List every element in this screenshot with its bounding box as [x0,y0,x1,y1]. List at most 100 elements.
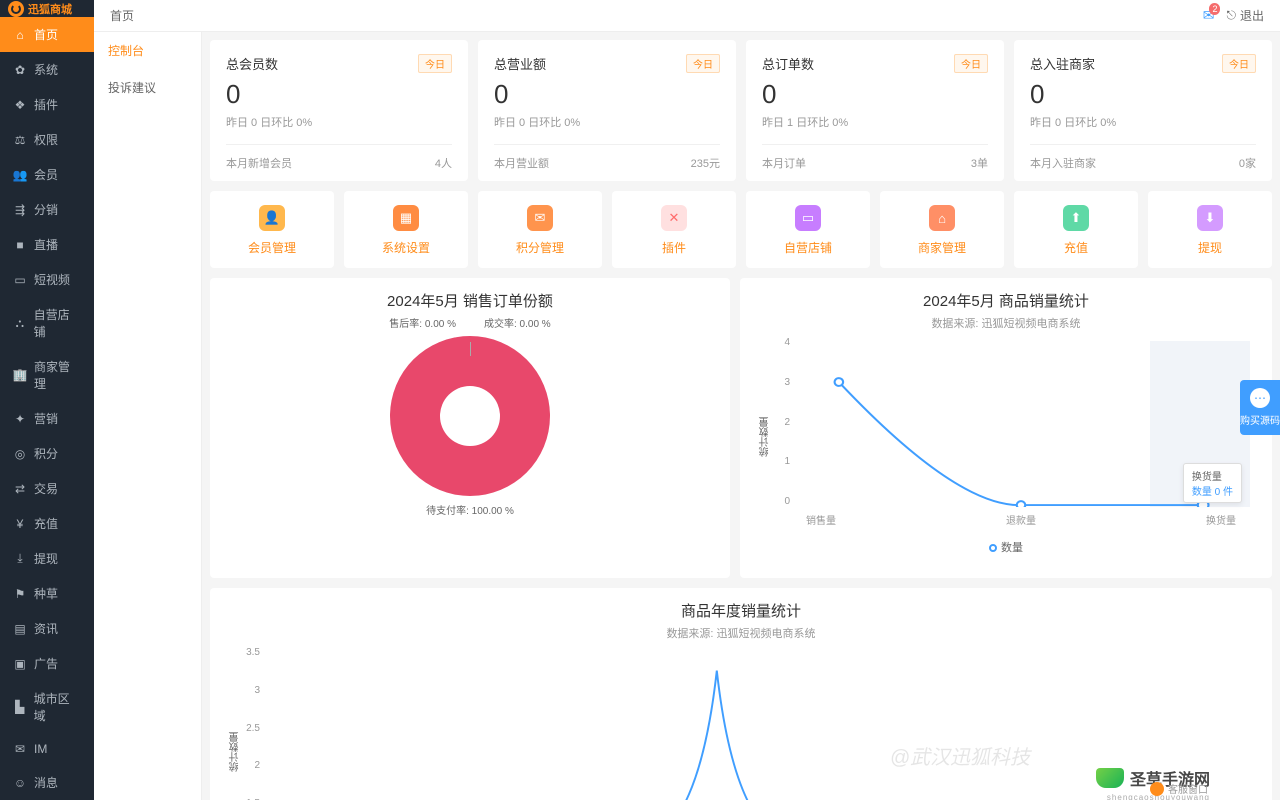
tile-selfshop[interactable]: ▭自营店铺 [746,191,870,268]
workspace: 总会员数今日 0 昨日 0 日环比 0% 本月新增会员4人 总营业额今日 0 昨… [202,32,1280,800]
chart-legend: 数量 [756,539,1256,555]
tile-label: 提现 [1148,239,1272,256]
topbar: 首页 ✉2 ⎋退出 [94,0,1280,32]
sidebar-item-message[interactable]: ☺消息 [0,765,94,800]
sidebar-item-label: 交易 [34,480,58,497]
quick-tiles: 👤会员管理 ▦系统设置 ✉积分管理 ✕插件 ▭自营店铺 ⌂商家管理 ⬆充值 ⬇ 提… [210,191,1272,268]
sidebar-item-member[interactable]: 👥会员 [0,157,94,192]
nav-list: ⌂首页 ✿系统 ❖插件 ⚖权限 👥会员 ⇶分销 ■ 直播 ▭短视频 ⛬ 自营店铺 🏢… [0,17,94,800]
tile-label: 系统设置 [344,239,468,256]
city-icon: ▙ [14,701,26,713]
logo-icon [8,1,24,17]
stat-card-orders: 总订单数今日 0 昨日 1 日环比 0% 本月订单3单 [746,40,1004,181]
tile-label: 插件 [612,239,736,256]
annual-source: 数据来源: 迅狐短视频电商系统 [226,625,1256,641]
stat-foot-value: 4人 [435,155,452,171]
chart-row: 2024年5月 销售订单份额 售后率: 0.00 % 成交率: 0.00 % 待… [210,278,1272,578]
sidebar-item-home[interactable]: ⌂首页 [0,17,94,52]
tile-plugin[interactable]: ✕插件 [612,191,736,268]
yen-icon: ¥ [14,518,26,530]
tile-merchant-mgmt[interactable]: ⌂商家管理 [880,191,1004,268]
tile-member-mgmt[interactable]: 👤会员管理 [210,191,334,268]
x-axis: 销售量 退款量 换货量 [796,512,1246,527]
y-axis: 43210 [776,337,790,507]
tile-label: 充值 [1014,239,1138,256]
donut-label-dealrate: 成交率: 0.00 % [484,315,551,330]
linechart-title: 2024年5月 商品销量统计 [756,290,1256,311]
x-cat: 换货量 [1206,512,1236,527]
tag-today: 今日 [686,54,720,73]
sidebar-item-city[interactable]: ▙ 城市区域 [0,681,94,733]
sidebar-item-label: 短视频 [34,271,70,288]
stat-foot-value: 235元 [691,155,720,171]
sidebar-item-label: 广告 [34,655,58,672]
sidebar-item-label: 自营店铺 [34,306,80,340]
y-axis-label: 统计数量 [758,417,773,457]
sidebar-item-distribution[interactable]: ⇶分销 [0,192,94,227]
x-cat: 销售量 [806,512,836,527]
breadcrumb-home[interactable]: 首页 [110,7,134,24]
sidebar-item-merchant[interactable]: 🏢商家管理 [0,349,94,401]
sidebar-item-permission[interactable]: ⚖权限 [0,122,94,157]
sidebar-item-label: 权限 [34,131,58,148]
sidebar-item-im[interactable]: ✉IM [0,733,94,765]
chat-bubble-icon [1250,388,1270,408]
sidebar-item-marketing[interactable]: ✦营销 [0,401,94,436]
sidebar-item-system[interactable]: ✿系统 [0,52,94,87]
points-icon: ✉ [527,205,553,231]
withdraw-icon: ⬇ [1197,205,1223,231]
panel-linechart: 2024年5月 商品销量统计 数据来源: 迅狐短视频电商系统 统计数量 4321… [740,278,1272,578]
sidebar-item-trade[interactable]: ⇄交易 [0,471,94,506]
baidu-watermark: @武汉迅狐科技 [890,741,1030,770]
float-buy-source-button[interactable]: 购买源码 [1240,380,1280,435]
stat-title: 总营业额 [494,54,546,73]
stat-value: 0 [762,79,988,110]
kefu-widget[interactable]: 客服窗口 [1150,781,1208,796]
users-icon: 👥 [14,169,26,181]
sidebar-item-label: 营销 [34,410,58,427]
subnav-complaint[interactable]: 投诉建议 [94,69,201,106]
subnav-console[interactable]: 控制台 [94,32,201,69]
sidebar-item-points[interactable]: ◎积分 [0,436,94,471]
sidebar: 迅狐商城 ⌂首页 ✿系统 ❖插件 ⚖权限 👥会员 ⇶分销 ■ 直播 ▭短视频 ⛬ 自… [0,0,94,800]
image-icon: ▣ [14,658,26,670]
stat-value: 0 [1030,79,1256,110]
logout-button[interactable]: ⎋退出 [1226,7,1264,24]
tile-recharge[interactable]: ⬆充值 [1014,191,1138,268]
tile-withdraw[interactable]: ⬇ 提现 [1148,191,1272,268]
tag-today: 今日 [1222,54,1256,73]
sidebar-item-recharge[interactable]: ¥ 充值 [0,506,94,541]
sidebar-item-news[interactable]: ▤资讯 [0,611,94,646]
sidebar-item-grass[interactable]: ⚑种草 [0,576,94,611]
sidebar-item-label: 充值 [34,515,58,532]
sidebar-item-ads[interactable]: ▣ 广告 [0,646,94,681]
sidebar-item-live[interactable]: ■ 直播 [0,227,94,262]
tile-label: 自营店铺 [746,239,870,256]
tooltip-value: 0 件 [1215,487,1233,498]
sidebar-item-plugin[interactable]: ❖插件 [0,87,94,122]
sidebar-item-selfshop[interactable]: ⛬ 自营店铺 [0,297,94,349]
building-icon: 🏢 [14,369,26,381]
shop-icon: ⛬ [14,317,26,329]
sidebar-item-label: 消息 [34,774,58,791]
stat-sub: 昨日 0 日环比 0% [226,114,452,130]
video-icon: ■ [14,239,26,251]
float-label: 购买源码 [1240,412,1280,427]
tile-points-mgmt[interactable]: ✉积分管理 [478,191,602,268]
stat-card-revenue: 总营业额今日 0 昨日 0 日环比 0% 本月营业额235元 [478,40,736,181]
tag-today: 今日 [954,54,988,73]
sidebar-item-label: 城市区域 [34,690,80,724]
stat-title: 总会员数 [226,54,278,73]
sidebar-item-label: 直播 [34,236,58,253]
legend-marker-icon [989,544,997,552]
tooltip-title: 换货量 [1192,468,1233,483]
logo-text: 迅狐商城 [28,1,72,17]
sidebar-item-label: 插件 [34,96,58,113]
sidebar-item-withdraw[interactable]: ⤓提现 [0,541,94,576]
tile-system-settings[interactable]: ▦系统设置 [344,191,468,268]
stat-foot-value: 3单 [971,155,988,171]
notification-icon[interactable]: ✉2 [1203,7,1215,24]
sidebar-item-label: 系统 [34,61,58,78]
stat-row: 总会员数今日 0 昨日 0 日环比 0% 本月新增会员4人 总营业额今日 0 昨… [210,40,1272,181]
sidebar-item-shortvideo[interactable]: ▭短视频 [0,262,94,297]
